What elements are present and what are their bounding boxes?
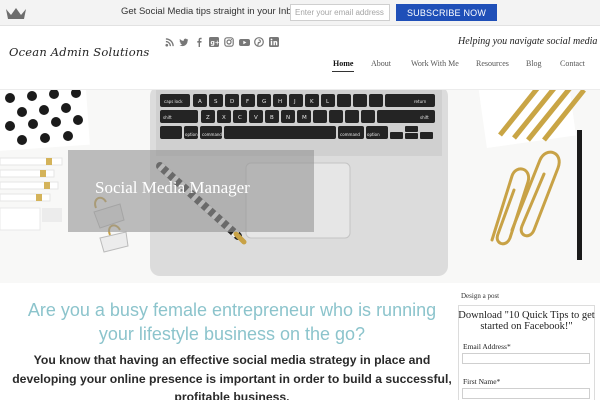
svg-text:option: option: [367, 132, 380, 137]
svg-text:g+: g+: [211, 40, 220, 47]
svg-text:G: G: [262, 99, 266, 105]
social-icons: g+: [163, 36, 280, 48]
svg-text:N: N: [286, 115, 290, 121]
svg-text:shift: shift: [163, 115, 172, 120]
site-tagline: Helping you navigate social media: [458, 36, 598, 47]
site-logo[interactable]: Ocean Admin Solutions: [9, 45, 150, 59]
sidebar-caption: Design a post: [461, 292, 500, 300]
hero-title: Social Media Manager: [95, 178, 250, 197]
linkedin-icon[interactable]: [268, 36, 280, 48]
svg-text:C: C: [238, 115, 242, 121]
main-nav: Home About Work With Me Resources Blog C…: [0, 59, 600, 73]
sidebar-first-name-input[interactable]: [462, 388, 590, 399]
svg-text:command: command: [202, 132, 222, 137]
nav-item-home[interactable]: Home: [333, 59, 353, 68]
optin-email-input[interactable]: [290, 4, 390, 21]
google-plus-icon[interactable]: g+: [208, 36, 220, 48]
svg-text:D: D: [230, 99, 234, 105]
instagram-icon[interactable]: [223, 36, 235, 48]
svg-text:F: F: [246, 99, 249, 105]
optin-bar: Get Social Media tips straight in your I…: [0, 0, 600, 26]
svg-text:K: K: [310, 99, 314, 105]
rss-icon[interactable]: [163, 36, 175, 48]
svg-text:command: command: [340, 132, 360, 137]
svg-text:V: V: [254, 115, 258, 121]
first-name-label: First Name*: [463, 377, 501, 386]
subscribe-button[interactable]: SUBSCRIBE NOW: [396, 4, 497, 21]
svg-text:shift: shift: [420, 115, 429, 120]
svg-text:Z: Z: [206, 115, 210, 121]
svg-text:J: J: [293, 99, 296, 105]
pinterest-icon[interactable]: [253, 36, 265, 48]
polka-dot-notebook: [0, 90, 90, 152]
nav-item-about[interactable]: About: [371, 59, 391, 68]
main-headline: Are you a busy female entrepreneur who i…: [27, 300, 437, 344]
svg-text:return: return: [414, 99, 427, 104]
email-label: Email Address*: [463, 342, 511, 351]
svg-text:H: H: [278, 99, 282, 105]
svg-text:caps lock: caps lock: [164, 99, 183, 104]
twitter-icon[interactable]: [178, 36, 190, 48]
nav-item-resources[interactable]: Resources: [476, 59, 509, 68]
black-pencil: [577, 130, 582, 260]
nav-active-underline: [332, 71, 354, 72]
svg-text:B: B: [270, 115, 274, 121]
svg-text:X: X: [222, 115, 226, 121]
facebook-icon[interactable]: [193, 36, 205, 48]
svg-text:A: A: [198, 99, 202, 105]
youtube-icon[interactable]: [238, 36, 250, 48]
optin-message: Get Social Media tips straight in your I…: [121, 6, 302, 17]
svg-text:S: S: [214, 99, 218, 105]
nav-item-blog[interactable]: Blog: [526, 59, 542, 68]
optin-form-title: Download "10 Quick Tips to get started o…: [458, 310, 595, 332]
crown-icon: [6, 8, 26, 19]
svg-text:option: option: [185, 132, 198, 137]
main-body-text: You know that having an effective social…: [12, 353, 452, 400]
svg-text:M: M: [302, 115, 307, 121]
nav-item-work-with-me[interactable]: Work With Me: [411, 59, 459, 68]
sidebar-email-input[interactable]: [462, 353, 590, 364]
nav-item-contact[interactable]: Contact: [560, 59, 585, 68]
